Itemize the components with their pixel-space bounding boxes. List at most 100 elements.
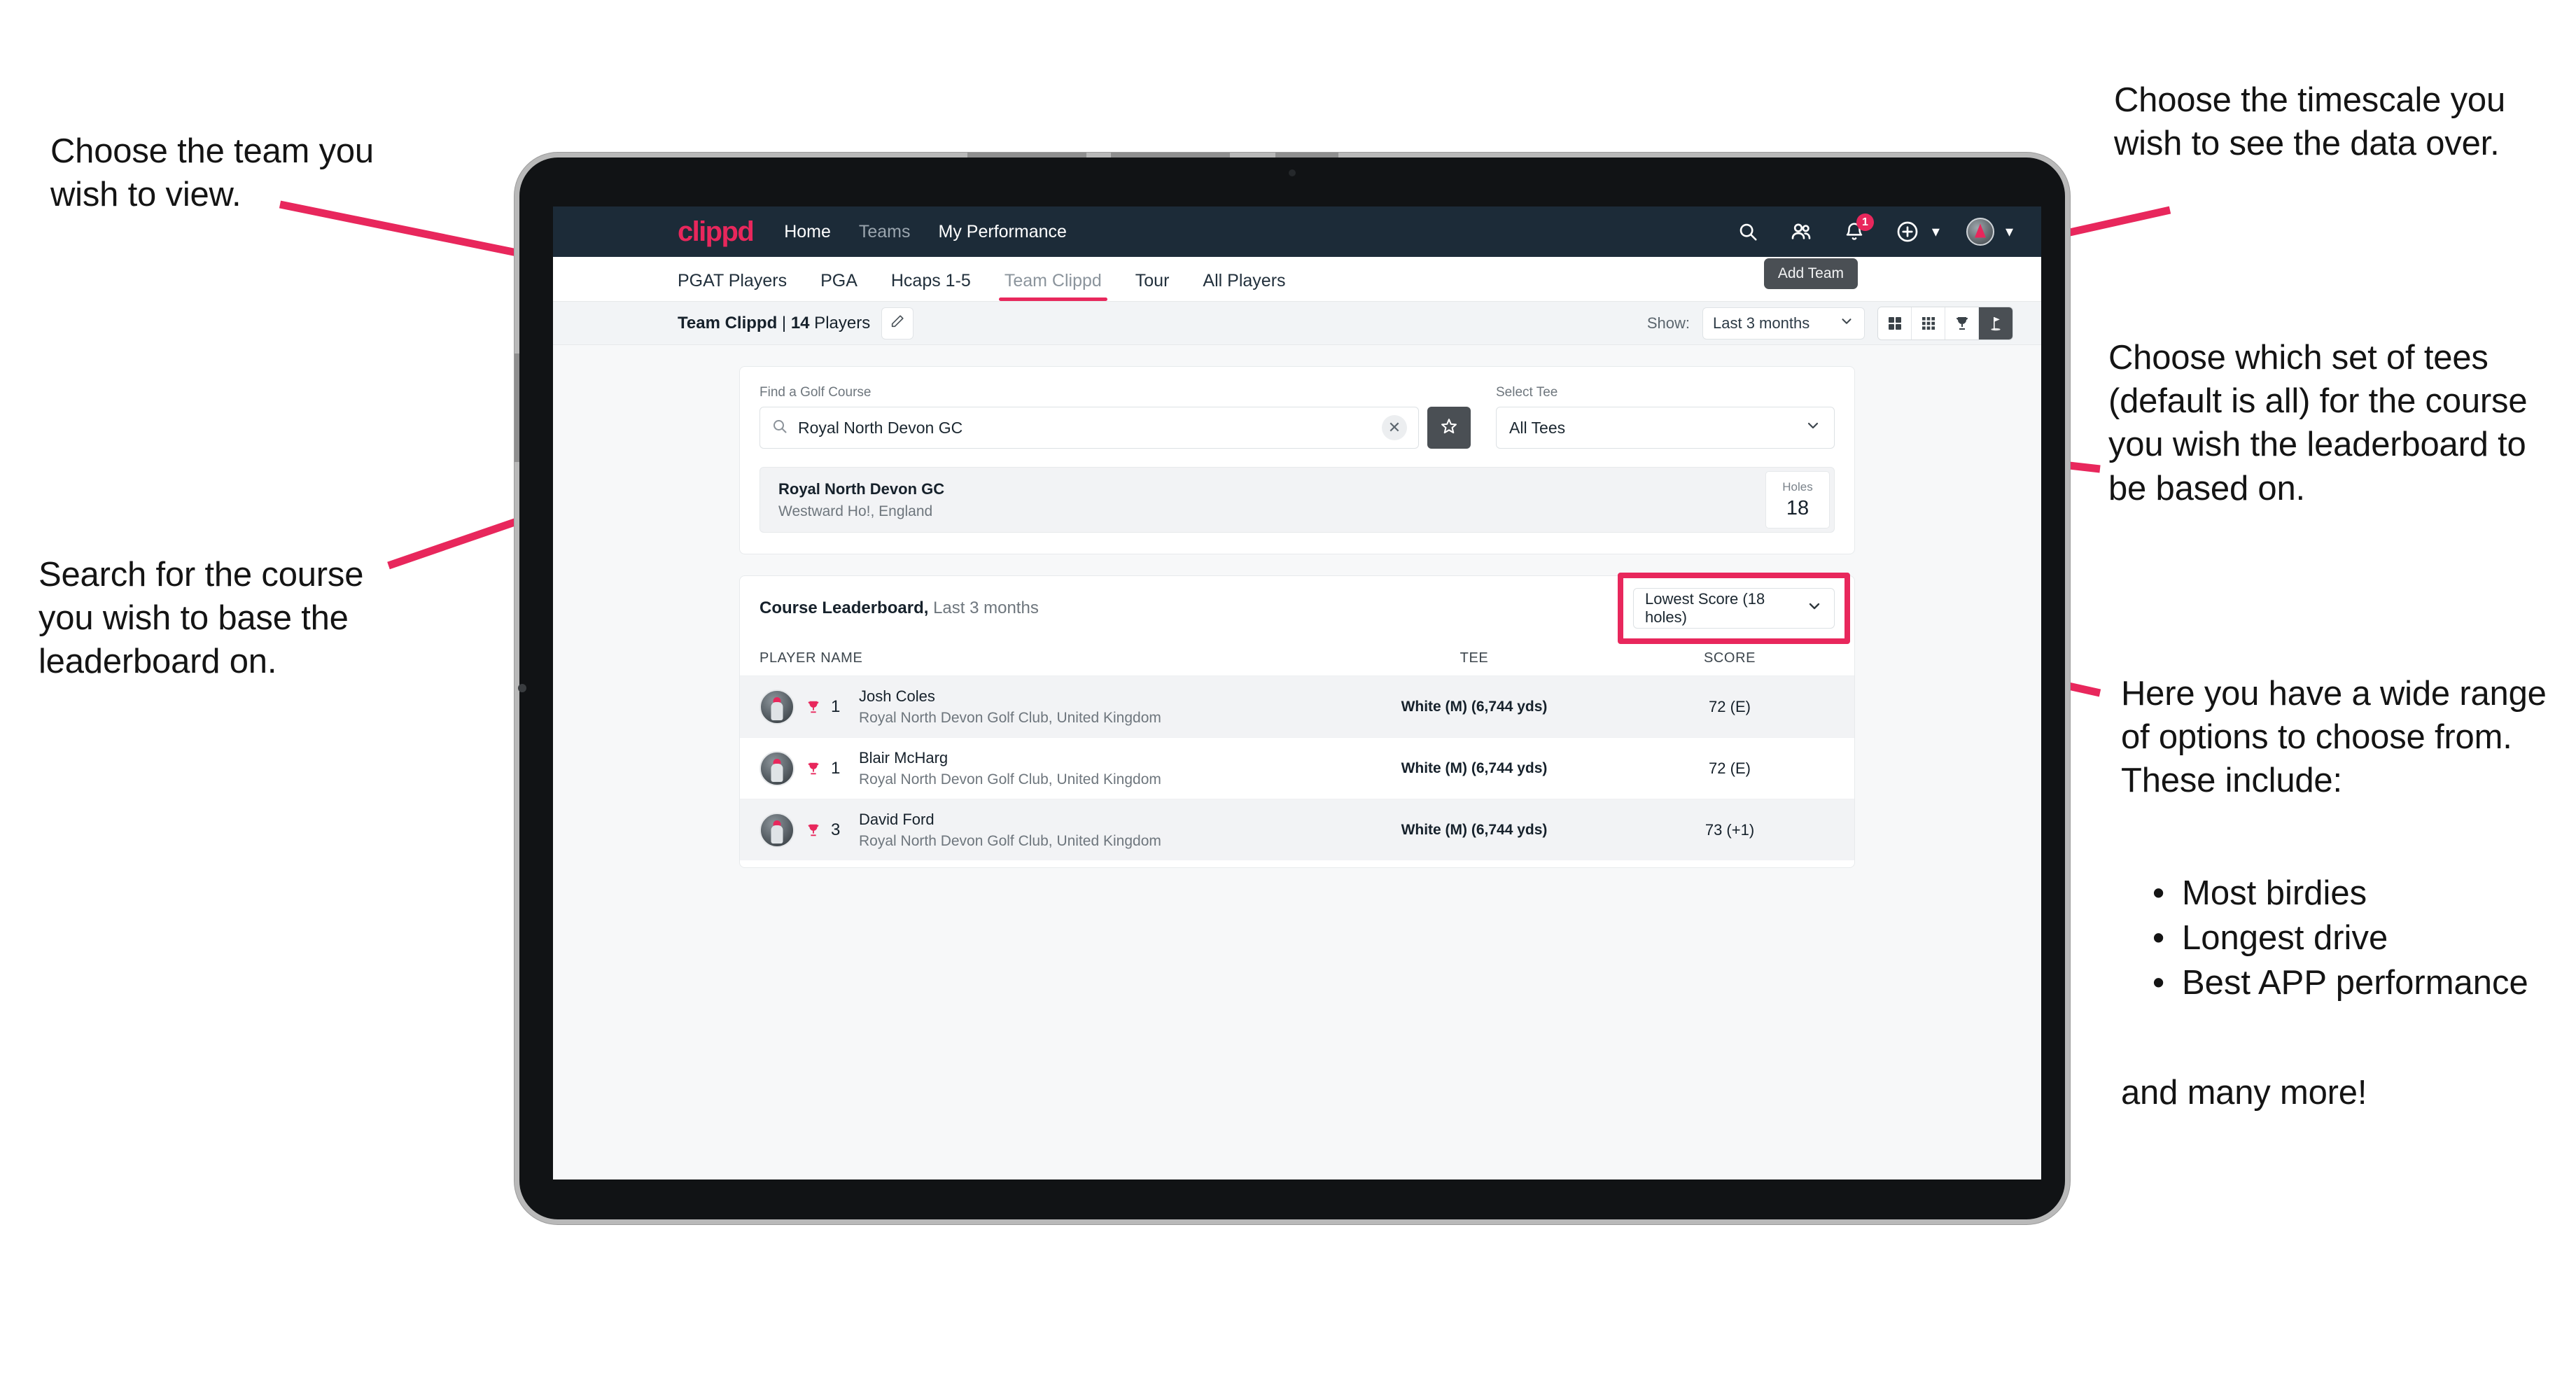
avatar (760, 812, 794, 848)
players-word: Players (809, 313, 871, 332)
list-item: • Most birdies (2152, 874, 2367, 912)
search-field-row: Find a Golf Course Royal North Devon GC … (760, 385, 1835, 449)
annotation-options-list: • Most birdies • Longest drive • Best APP p… (2152, 872, 2576, 1007)
course-field-group: Find a Golf Course Royal North Devon GC … (760, 385, 1471, 449)
chevron-down-icon[interactable]: ▾ (1932, 223, 1940, 241)
nav-link-teams[interactable]: Teams (859, 222, 911, 242)
search-icon (771, 418, 788, 438)
favorite-course-button[interactable] (1427, 407, 1471, 449)
tee-select[interactable]: All Tees (1496, 407, 1835, 449)
table-row[interactable]: 3 David Ford Royal North Devon Golf Club… (740, 799, 1854, 860)
column-score: SCORE (1703, 650, 1756, 666)
player-info: Josh Coles Royal North Devon Golf Club, … (859, 687, 1161, 727)
close-icon[interactable]: ✕ (1382, 415, 1407, 440)
leaderboard-sort-wrap: Lowest Score (18 holes) (1618, 573, 1850, 644)
table-row[interactable]: 1 Josh Coles Royal North Devon Golf Club… (740, 676, 1854, 737)
rank-value: 3 (831, 820, 841, 839)
trophy-icon (804, 699, 822, 715)
leaderboard-title-sub: Last 3 months (928, 598, 1039, 617)
tab-all-players[interactable]: All Players (1186, 271, 1302, 301)
grid-small-view-button[interactable] (1912, 307, 1945, 340)
leaderboard-sort-value: Lowest Score (18 holes) (1645, 590, 1765, 626)
avatar (760, 750, 794, 786)
tab-tour[interactable]: Tour (1119, 271, 1186, 301)
trophy-icon (804, 761, 822, 776)
tab-hcaps-1-5[interactable]: Hcaps 1-5 (874, 271, 988, 301)
separator: | (777, 313, 791, 332)
screenshot-root: Choose the team you wish to view. Search… (0, 0, 2576, 1386)
team-summary-label: Team Clippd | 14 Players (678, 314, 870, 333)
score-value: 72 (E) (1709, 759, 1751, 777)
holes-label: Holes (1782, 479, 1813, 493)
leaderboard-title: Course Leaderboard, Last 3 months (760, 598, 1039, 618)
bell-icon[interactable]: 1 (1841, 214, 1874, 245)
annotation-choose-team: Choose the team you wish to view. (50, 132, 374, 214)
device-button (1275, 153, 1338, 158)
grid-large-view-button[interactable] (1878, 307, 1912, 340)
course-result-text: Royal North Devon GC Westward Ho!, Engla… (778, 480, 944, 520)
course-result-row[interactable]: Royal North Devon GC Westward Ho!, Engla… (760, 467, 1835, 533)
player-info: David Ford Royal North Devon Golf Club, … (859, 811, 1161, 850)
course-leaderboard-card: Course Leaderboard, Last 3 months Lowest… (739, 573, 1855, 868)
avatar[interactable] (1966, 218, 1994, 246)
edit-team-button[interactable] (881, 307, 914, 340)
golf-flag-view-button[interactable] (1979, 307, 2012, 340)
people-icon[interactable] (1788, 218, 1814, 245)
player-info: Blair McHarg Royal North Devon Golf Club… (859, 749, 1161, 788)
team-tab-strip: PGAT Players PGA Hcaps 1-5 Team Clippd T… (553, 257, 2041, 302)
chevron-down-icon[interactable]: ▾ (2005, 223, 2013, 241)
annotation-timescale: Choose the timescale you wish to see the… (2114, 81, 2506, 163)
annotation-search-course: Search for the course you wish to base t… (38, 556, 364, 681)
player-club: Royal North Devon Golf Club, United King… (859, 771, 1161, 788)
device-indicator (518, 684, 526, 692)
tab-team-clippd[interactable]: Team Clippd (988, 271, 1119, 301)
show-label: Show: (1646, 314, 1690, 332)
nav-link-my-performance[interactable]: My Performance (939, 222, 1067, 242)
page-content: Find a Golf Course Royal North Devon GC … (553, 345, 2041, 868)
tab-pga[interactable]: PGA (804, 271, 874, 301)
score-value: 73 (+1) (1704, 820, 1755, 839)
top-navigation-bar: clippd Home Teams My Performance 1 ▾ ▾ (553, 206, 2041, 257)
plus-circle-icon[interactable] (1894, 218, 1921, 245)
course-search-value: Royal North Devon GC (798, 418, 963, 437)
clippd-logo[interactable]: clippd (678, 216, 755, 248)
camera-dot (1289, 169, 1296, 176)
view-mode-group (1877, 306, 2013, 340)
tee-value: White (M) (6,744 yds) (1401, 760, 1548, 776)
trophy-view-button[interactable] (1945, 307, 1979, 340)
table-row[interactable]: 1 Blair McHarg Royal North Devon Golf Cl… (740, 737, 1854, 799)
player-name: David Ford (859, 810, 934, 828)
list-item: • Best APP performance (2152, 964, 2528, 1002)
leaderboard-column-headers: PLAYER NAME TEE SCORE (740, 640, 1854, 676)
main-nav-links: Home Teams My Performance (784, 222, 1067, 242)
column-tee: TEE (1460, 650, 1489, 666)
score-value: 72 (E) (1709, 697, 1751, 715)
course-search-card: Find a Golf Course Royal North Devon GC … (739, 366, 1855, 554)
player-cell: 3 David Ford Royal North Devon Golf Club… (760, 811, 1324, 850)
leaderboard-sort-select[interactable]: Lowest Score (18 holes) (1633, 588, 1835, 629)
nav-right-icons: 1 ▾ ▾ (1735, 214, 2017, 246)
course-result-name: Royal North Devon GC (778, 479, 945, 498)
timescale-select[interactable]: Last 3 months (1702, 307, 1865, 340)
rank-value: 1 (831, 758, 841, 778)
chevron-down-icon (1806, 598, 1823, 619)
device-button (1111, 153, 1230, 158)
leaderboard-title-main: Course Leaderboard, (760, 598, 929, 617)
notification-badge: 1 (1856, 214, 1874, 231)
tee-field-group: Select Tee All Tees (1496, 385, 1835, 449)
toolbar-right: Show: Last 3 months (1646, 306, 2013, 340)
player-count: 14 (790, 313, 810, 332)
player-cell: 1 Josh Coles Royal North Devon Golf Club… (760, 687, 1324, 727)
tee-value: White (M) (6,744 yds) (1401, 821, 1548, 838)
holes-badge: Holes 18 (1765, 471, 1830, 528)
tee-value: White (M) (6,744 yds) (1401, 698, 1548, 715)
list-item: • Longest drive (2152, 919, 2388, 958)
course-search-input[interactable]: Royal North Devon GC ✕ (760, 407, 1419, 449)
column-player-name: PLAYER NAME (760, 650, 863, 666)
nav-link-home[interactable]: Home (784, 222, 831, 242)
tab-pgat-players[interactable]: PGAT Players (678, 271, 804, 301)
leaderboard-header: Course Leaderboard, Last 3 months Lowest… (740, 573, 1854, 644)
player-club: Royal North Devon Golf Club, United King… (859, 709, 1161, 726)
search-icon[interactable] (1735, 218, 1761, 245)
course-result-location: Westward Ho!, England (778, 503, 933, 519)
